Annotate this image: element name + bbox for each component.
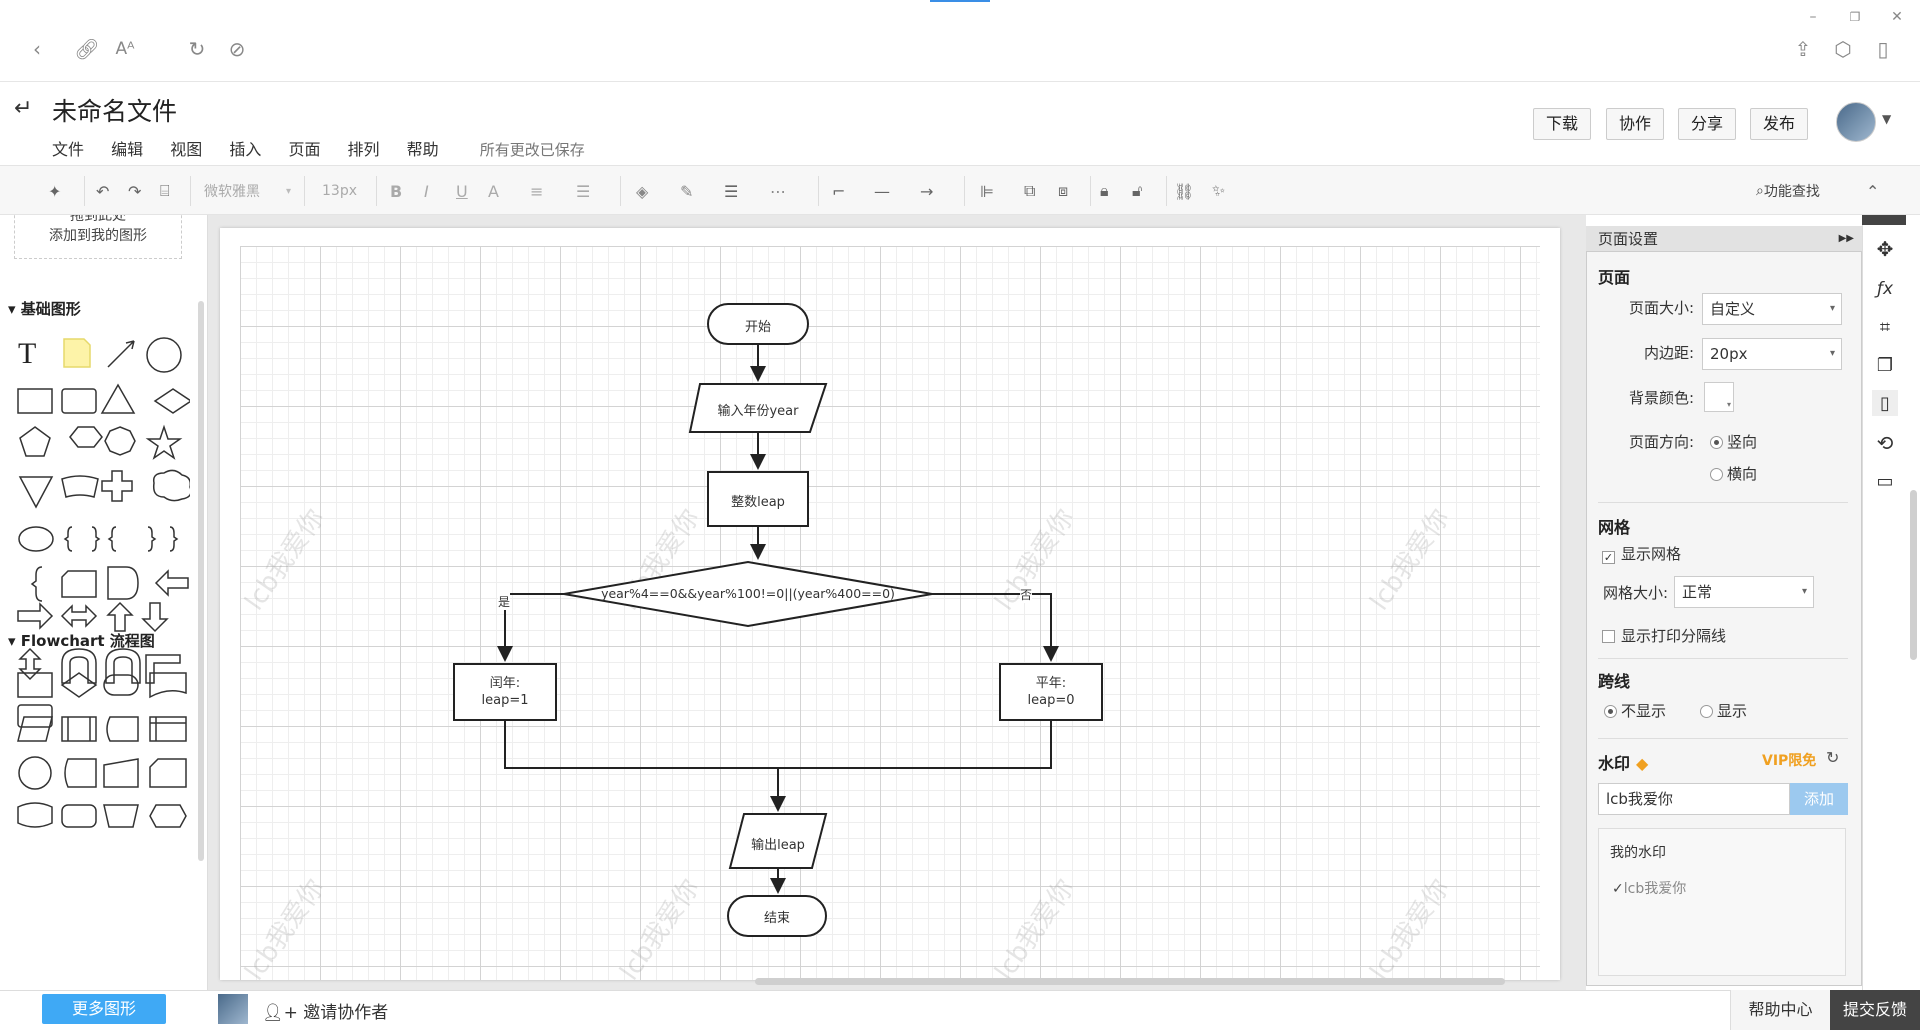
show-print-lines-label: 显示打印分隔线: [1621, 627, 1727, 645]
divider: [1598, 738, 1848, 739]
collaborator-avatar[interactable]: [218, 994, 248, 1024]
my-watermark-item-label: lcb我爱你: [1623, 881, 1687, 897]
section-watermark: 水印 ◆: [1598, 750, 1648, 774]
padding-select[interactable]: 20px: [1702, 338, 1842, 370]
chevron-down-icon: ▾: [1726, 400, 1731, 409]
section-grid: 网格: [1598, 518, 1631, 537]
orientation-landscape[interactable]: 横向: [1710, 463, 1757, 484]
add-watermark-button[interactable]: 添加: [1790, 783, 1848, 815]
collapse-panel-icon[interactable]: ▶▶: [1839, 226, 1854, 252]
grid-size-select[interactable]: 正常: [1674, 576, 1814, 608]
vertical-scrollbar[interactable]: [1910, 490, 1917, 660]
condition-label: year%4==0&&year%100!=0||(year%400==0): [601, 586, 895, 601]
horizontal-scrollbar[interactable]: [755, 978, 1505, 985]
end-label: 结束: [763, 911, 790, 926]
panel-title-text: 页面设置: [1598, 230, 1659, 248]
no-label: 否: [1020, 586, 1033, 603]
more-shapes-button[interactable]: 更多图形: [42, 994, 166, 1024]
orientation-portrait[interactable]: 竖向: [1710, 431, 1757, 452]
my-watermark-item[interactable]: ✓lcb我爱你: [1612, 878, 1686, 898]
line-jump-hide[interactable]: 不显示: [1604, 700, 1666, 721]
divider: [1598, 502, 1848, 503]
section-page: 页面: [1598, 268, 1631, 287]
line-jump-show-label: 显示: [1717, 702, 1748, 720]
feedback-button[interactable]: 提交反馈: [1830, 990, 1920, 1030]
leap-year-line2: leap=1: [481, 693, 529, 708]
strip-top-bar: [1862, 215, 1906, 225]
vip-badge: VIP限免: [1762, 753, 1817, 769]
diamond-icon: ◆: [1636, 754, 1649, 773]
radio-icon: [1700, 705, 1713, 718]
orientation-label: 页面方向:: [1628, 433, 1694, 451]
common-year-label: 平年: leap=0: [1000, 675, 1102, 709]
start-label: 开始: [744, 320, 771, 335]
move-icon[interactable]: ✥: [1872, 236, 1898, 262]
portrait-label: 竖向: [1727, 433, 1758, 451]
common-year-line2: leap=0: [1027, 693, 1075, 708]
leap-year-line1: 闰年:: [489, 676, 521, 691]
int-label: 整数leap: [731, 495, 785, 510]
bg-color-picker[interactable]: ▾: [1704, 382, 1734, 412]
help-center-button[interactable]: 帮助中心: [1730, 990, 1830, 1030]
padding-label: 内边距:: [1643, 344, 1694, 362]
checkbox-icon: [1602, 630, 1615, 643]
check-icon: ✓: [1612, 881, 1624, 897]
grid-size-label: 网格大小:: [1602, 584, 1668, 602]
line-jump-hide-label: 不显示: [1621, 702, 1667, 720]
page-icon[interactable]: ▯: [1872, 390, 1898, 416]
bg-color-label: 背景颜色:: [1628, 389, 1694, 407]
history-icon[interactable]: ⟲: [1872, 430, 1898, 456]
radio-icon: [1710, 468, 1723, 481]
leap-year-label: 闰年: leap=1: [454, 675, 556, 709]
input-label: 输入年份year: [717, 404, 799, 419]
radio-selected-icon: [1710, 436, 1723, 449]
crop-icon[interactable]: ⌗: [1872, 314, 1898, 340]
yes-label: 是: [498, 593, 511, 610]
invite-collaborators[interactable]: 👤︎+ 邀请协作者: [262, 998, 388, 1023]
page-size-label: 页面大小:: [1628, 299, 1694, 317]
invite-label: 邀请协作者: [303, 1003, 389, 1023]
radio-selected-icon: [1604, 705, 1617, 718]
show-grid-label: 显示网格: [1621, 545, 1682, 563]
reset-icon[interactable]: ↻: [1826, 748, 1839, 767]
add-user-icon: 👤︎+: [262, 1003, 298, 1023]
pages-icon[interactable]: ❐: [1872, 352, 1898, 378]
output-label: 输出leap: [751, 838, 805, 853]
show-grid-checkbox[interactable]: ✓ 显示网格: [1602, 543, 1681, 564]
line-jump-show[interactable]: 显示: [1700, 700, 1747, 721]
section-line-jump: 跨线: [1598, 672, 1631, 691]
common-year-line1: 平年:: [1035, 676, 1067, 691]
checkbox-checked-icon: ✓: [1602, 551, 1615, 564]
show-print-lines-checkbox[interactable]: 显示打印分隔线: [1602, 625, 1726, 646]
page-size-select[interactable]: 自定义: [1702, 293, 1842, 325]
watermark-title: 水印: [1598, 754, 1631, 773]
panel-title: 页面设置 ▶▶: [1586, 226, 1862, 252]
my-watermarks-title: 我的水印: [1610, 845, 1666, 861]
comment-icon[interactable]: ▭: [1872, 468, 1898, 494]
divider: [1598, 658, 1848, 659]
landscape-label: 横向: [1727, 465, 1758, 483]
watermark-input[interactable]: lcb我爱你: [1598, 783, 1790, 815]
formula-icon[interactable]: ƒx: [1872, 276, 1898, 302]
